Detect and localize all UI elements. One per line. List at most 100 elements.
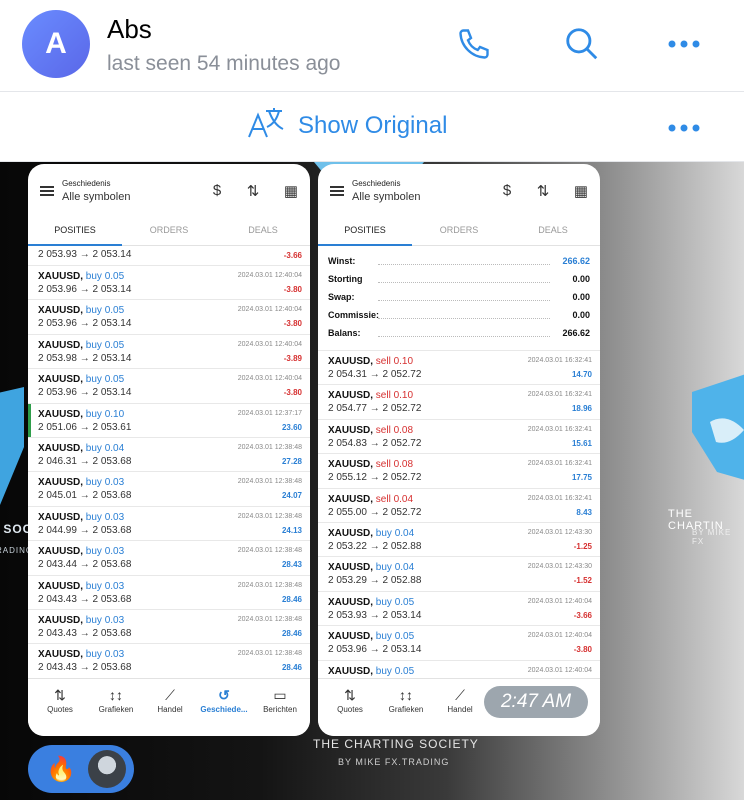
symbol: XAUUSD, (328, 356, 374, 367)
profit-value: 28.46 (281, 628, 302, 638)
trade-side: buy 0.05 (375, 665, 415, 677)
sort-icon: ⇅ (246, 183, 260, 200)
nav-handel: ⟋ Handel (432, 687, 488, 714)
symbol-label: XAUUSD, buy 0.05 (38, 374, 124, 385)
symbol: XAUUSD, (328, 424, 374, 436)
candles-icon: ↕↕ (109, 687, 123, 703)
list-item: XAUUSD, buy 0.05 2 053.98 → 2 053.14 2024.… (28, 335, 310, 370)
list-item: XAUUSD, buy 0.04 2 046.31 → 2 053.68 2024.… (28, 438, 310, 473)
nav-label: Quotes (47, 705, 73, 714)
menu-icon (330, 186, 344, 196)
symbol: XAUUSD, (38, 408, 84, 420)
dotted-leader (378, 318, 550, 319)
trade-side: buy 0.04 (375, 562, 415, 574)
trade-date: 2024.03.01 12:43:30 (527, 563, 592, 571)
trade-date: 2024.03.01 16:32:41 (527, 460, 592, 468)
trade-date: 2024.03.01 12:40:04 (527, 597, 592, 605)
more-icon[interactable] (662, 22, 706, 66)
price-range: 2 053.93 → 2 053.14 (328, 609, 422, 621)
dotted-leader (378, 282, 550, 283)
show-original-button[interactable]: Show Original (246, 106, 447, 146)
trade-date: 2024.03.01 16:32:41 (527, 357, 592, 364)
screen-title: Geschiedenis (62, 179, 111, 188)
trade-date: 2024.03.01 12:37:17 (237, 409, 302, 417)
trade-side: buy 0.03 (85, 614, 125, 626)
trade-history-screenshot-1: Geschiedenis Alle symbolen $ ⇅ ▦ POSITIE… (28, 164, 310, 736)
trade-side: buy 0.04 (85, 442, 125, 454)
price-range: 2 054.77 → 2 052.72 (328, 403, 422, 415)
image-message[interactable]: S SOC RADING THE CHARTIN BY MIKE FX THE … (0, 162, 744, 800)
trade-date: 2024.03.01 12:40:04 (237, 375, 302, 383)
search-icon[interactable] (560, 22, 604, 66)
phone-icon[interactable] (452, 22, 496, 66)
trade-side: buy 0.04 (375, 527, 415, 539)
summary-row: Storting 0.00 (318, 270, 600, 288)
nav-berichten: ▭ Berichten (252, 687, 308, 714)
price-range: 2 051.06 → 2 053.61 (38, 421, 132, 433)
list-item: XAUUSD, buy 0.05 2 053.96 → 2 053.14 2024.… (28, 266, 310, 301)
list-item: XAUUSD, buy 0.03 2 043.43 → 2 053.68 2024.… (28, 576, 310, 610)
calendar-icon: ▦ (573, 183, 589, 200)
symbol-label: XAUUSD, buy 0.04 (328, 528, 414, 539)
nav-label: Grafieken (98, 705, 134, 714)
symbol-label: XAUUSD, buy 0.04 (38, 443, 124, 454)
trade-date: 2024.03.01 16:32:41 (527, 494, 592, 502)
tab-indicator (318, 244, 412, 246)
list-item: XAUUSD, sell 0.08 2 055.12 → 2 052.72 2024… (318, 454, 600, 489)
trade-icon: ⟋ (455, 687, 465, 703)
trade-side: buy 0.03 (85, 649, 125, 661)
nav-label: Handel (157, 705, 183, 714)
contact-name[interactable]: Abs (107, 14, 152, 45)
dotted-leader (378, 300, 550, 301)
summary-key: Storting (328, 274, 363, 284)
screen-subtitle: Alle symbolen (352, 191, 421, 203)
watermark-text: THE CHARTING SOCIETY (313, 737, 479, 751)
list-item: XAUUSD, buy 0.05 2 053.93 → 2 053.14 2024.… (318, 592, 600, 627)
bottom-nav: ⇅ Quotes ↕↕ Grafieken ⟋ Handel ↺ Geschiede..… (28, 678, 310, 736)
trade-side: sell 0.10 (375, 356, 414, 367)
list-item: 2 053.93 → 2 053.14 -3.66 (28, 246, 310, 266)
reaction-bubble[interactable]: 🔥 (28, 745, 134, 793)
trade-history-screenshot-2: Geschiedenis Alle symbolen $ ⇅ ▦ POSITIE… (318, 164, 600, 736)
bull-logo-right-icon (692, 374, 744, 480)
profit-value: 24.07 (281, 491, 302, 501)
symbol-label: XAUUSD, buy 0.03 (38, 649, 124, 660)
trade-date: 2024.03.01 12:38:48 (237, 443, 302, 451)
price-range: 2 045.01 → 2 053.68 (38, 490, 132, 502)
price-range: 2 043.44 → 2 053.68 (38, 559, 132, 571)
screen-title: Geschiedenis (352, 179, 401, 188)
profit-value: -3.66 (283, 251, 302, 260)
summary-value: 266.62 (562, 328, 590, 338)
symbol: XAUUSD, (328, 596, 374, 608)
trade-date: 2024.03.01 12:40:04 (527, 632, 592, 640)
price-range: 2 055.00 → 2 052.72 (328, 506, 422, 518)
avatar[interactable]: A (22, 10, 90, 78)
symbol: XAUUSD, (328, 562, 374, 574)
bull-logo-left-icon (0, 387, 24, 505)
symbol: XAUUSD, (38, 339, 84, 351)
translate-more-icon[interactable] (662, 106, 706, 150)
trade-date: 2024.03.01 12:38:48 (237, 581, 302, 589)
chat-screen: A Abs last seen 54 minutes ago Show Orig… (0, 0, 744, 800)
nav-geschiedenis: ↺ Geschiede... (196, 687, 252, 714)
trade-side: sell 0.08 (375, 459, 414, 471)
price-range: 2 044.99 → 2 053.68 (38, 524, 132, 536)
price-range: 2 053.98 → 2 053.14 (38, 352, 132, 364)
nav-label: Geschiede... (200, 705, 248, 714)
trade-date: 2024.03.01 12:43:30 (527, 528, 592, 536)
profit-value: -3.80 (283, 388, 302, 398)
trade-side: buy 0.03 (85, 477, 125, 489)
list-item: XAUUSD, buy 0.03 2 043.43 → 2 053.68 2024.… (28, 610, 310, 645)
show-original-label: Show Original (298, 112, 448, 139)
symbol: XAUUSD, (38, 614, 84, 626)
symbol-label: XAUUSD, buy 0.05 (38, 340, 124, 351)
symbol: XAUUSD, (38, 442, 84, 454)
nav-quotes: ⇅ Quotes (322, 687, 378, 714)
price-range: 2 053.22 → 2 052.88 (328, 540, 422, 552)
trade-date: 2024.03.01 12:38:48 (237, 478, 302, 486)
symbol-label: XAUUSD, buy 0.10 (38, 409, 124, 420)
tab-deals: DEALS (538, 225, 568, 235)
position-list: XAUUSD, sell 0.10 2 054.31 → 2 052.72 2024… (318, 350, 600, 695)
symbol: XAUUSD, (328, 390, 374, 402)
symbol-label: XAUUSD, buy 0.05 (38, 271, 124, 282)
